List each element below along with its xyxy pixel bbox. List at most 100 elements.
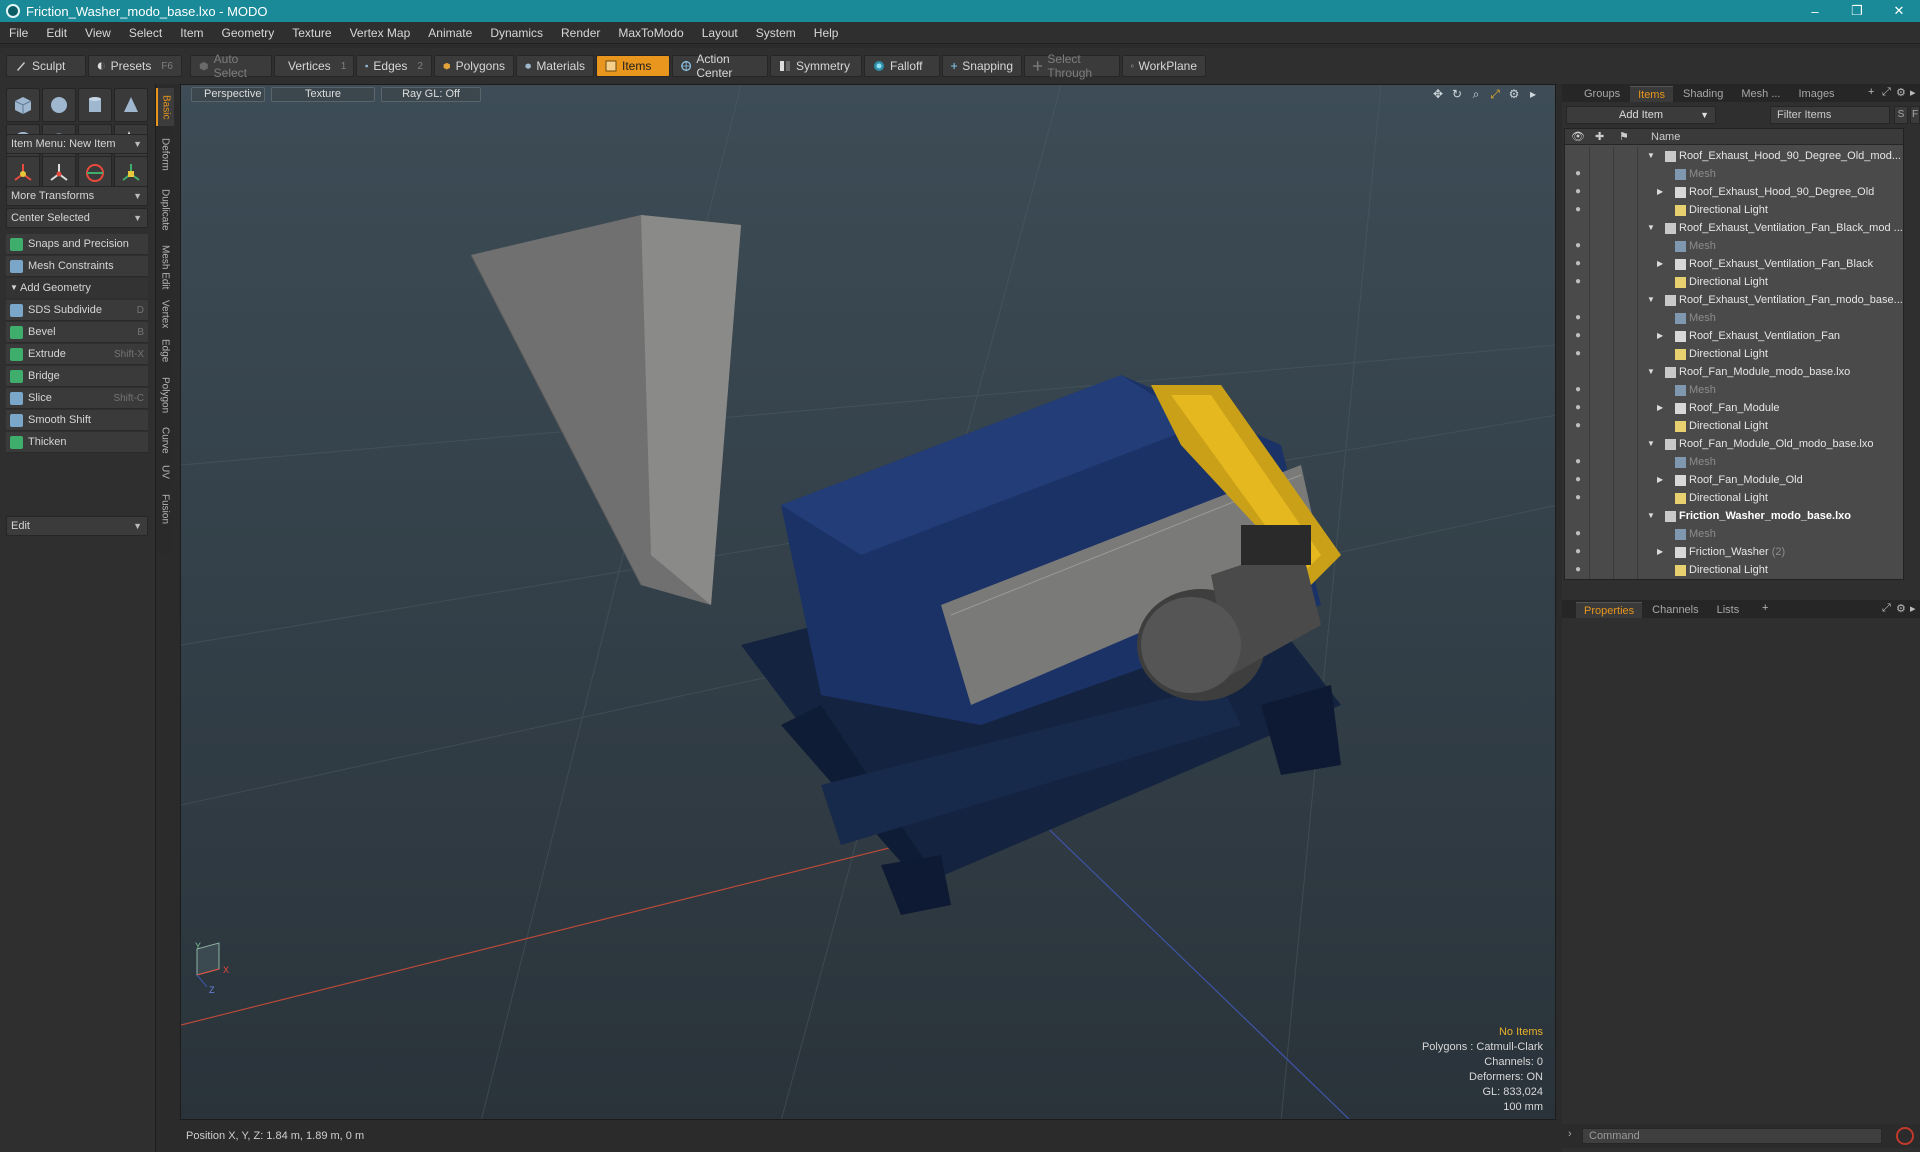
pan-icon[interactable]: ✥ — [1430, 87, 1446, 101]
select-through-button[interactable]: Select Through — [1024, 52, 1120, 80]
visibility-eye-icon[interactable]: ● — [1571, 383, 1585, 397]
add-tab-icon[interactable]: + — [1868, 86, 1874, 98]
expand-down-icon[interactable]: ▼ — [1647, 363, 1655, 381]
item-row-mesh[interactable]: ● Mesh — [1565, 381, 1903, 399]
menu-file[interactable]: File — [0, 22, 37, 44]
menu-help[interactable]: Help — [805, 22, 848, 44]
symmetry-button[interactable]: Symmetry — [770, 55, 862, 77]
tab-groups[interactable]: Groups — [1576, 86, 1628, 102]
raygl-toggle[interactable]: Ray GL: Off — [381, 86, 481, 102]
texture-dropdown[interactable]: Texture — [271, 86, 375, 102]
snapping-button[interactable]: Snapping — [942, 55, 1022, 77]
menu-item[interactable]: Item — [171, 22, 212, 44]
gear-icon[interactable]: ⚙ — [1896, 86, 1906, 99]
expand-right-icon[interactable]: ▶ — [1657, 471, 1663, 489]
tool-thicken[interactable]: Thicken — [6, 432, 148, 453]
record-icon[interactable] — [1896, 1127, 1914, 1145]
snaps-precision-button[interactable]: Snaps and Precision — [6, 234, 148, 255]
vtab-mesh-edit[interactable]: Mesh Edit — [156, 240, 174, 294]
menu-view[interactable]: View — [76, 22, 120, 44]
cylinder-primitive-button[interactable] — [78, 88, 112, 122]
action-center-button[interactable]: Action Center — [672, 52, 768, 80]
maximize-button[interactable]: ❐ — [1836, 0, 1878, 22]
scale-tool-button[interactable] — [78, 156, 112, 190]
menu-edit[interactable]: Edit — [37, 22, 76, 44]
vtab-edge[interactable]: Edge — [156, 334, 174, 368]
item-row-scene[interactable]: ▼ Roof_Fan_Module_Old_modo_base.lxo — [1565, 435, 1903, 453]
menu-maxtomodo[interactable]: MaxToModo — [609, 22, 692, 44]
tool-extrude[interactable]: Extrude Shift-X — [6, 344, 148, 365]
visibility-eye-icon[interactable]: ● — [1571, 419, 1585, 433]
mesh-constraints-button[interactable]: Mesh Constraints — [6, 256, 148, 277]
item-row-mesh[interactable]: ● Mesh — [1565, 525, 1903, 543]
gear-icon[interactable]: ⚙ — [1506, 87, 1522, 101]
tool-bevel[interactable]: Bevel B — [6, 322, 148, 343]
item-row-light[interactable]: ● Directional Light — [1565, 561, 1903, 579]
visibility-eye-icon[interactable]: ● — [1571, 527, 1585, 541]
filter-items-input[interactable]: Filter Items — [1770, 106, 1890, 124]
item-row-group[interactable]: ● ▶ Roof_Exhaust_Ventilation_Fan_Black — [1565, 255, 1903, 273]
visibility-eye-icon[interactable]: ● — [1571, 311, 1585, 325]
add-item-button[interactable]: Add Item ▼ — [1566, 106, 1716, 124]
tab-images[interactable]: Images — [1790, 86, 1842, 102]
tool-smooth-shift[interactable]: Smooth Shift — [6, 410, 148, 431]
tab-items[interactable]: Items — [1630, 86, 1673, 102]
visibility-eye-icon[interactable]: ● — [1571, 329, 1585, 343]
tool-sds-subdivide[interactable]: SDS Subdivide D — [6, 300, 148, 321]
item-row-scene[interactable]: ▼ Roof_Exhaust_Hood_90_Degree_Old_mod... — [1565, 147, 1903, 165]
item-row-group[interactable]: ● ▶ Roof_Fan_Module — [1565, 399, 1903, 417]
vtab-deform[interactable]: Deform — [156, 128, 174, 180]
name-header[interactable]: Name — [1651, 129, 1680, 145]
visibility-eye-icon[interactable]: ● — [1571, 563, 1585, 577]
tool-bridge[interactable]: Bridge — [6, 366, 148, 387]
add-geometry-section[interactable]: ▼ Add Geometry — [6, 278, 148, 298]
3d-viewport[interactable]: Perspective Texture Ray GL: Off ✥ ↻ ⌕ ⤢ … — [180, 84, 1556, 1120]
expand-right-icon[interactable]: ▶ — [1657, 327, 1663, 345]
menu-geometry[interactable]: Geometry — [213, 22, 284, 44]
items-button[interactable]: Items — [596, 55, 670, 77]
presets-button[interactable]: Presets F6 — [88, 55, 182, 77]
perspective-dropdown[interactable]: Perspective — [191, 86, 265, 102]
expand-down-icon[interactable]: ▼ — [1647, 291, 1655, 309]
visibility-eye-icon[interactable]: ● — [1571, 473, 1585, 487]
tab-mesh[interactable]: Mesh ... — [1733, 86, 1788, 102]
cube-primitive-button[interactable] — [6, 88, 40, 122]
polygons-button[interactable]: Polygons — [434, 55, 514, 77]
visibility-eye-icon[interactable]: ● — [1571, 455, 1585, 469]
menu-system[interactable]: System — [747, 22, 805, 44]
vtab-basic[interactable]: Basic — [156, 88, 174, 126]
tool-slice[interactable]: Slice Shift-C — [6, 388, 148, 409]
rotate-view-icon[interactable]: ↻ — [1449, 87, 1465, 101]
expand-right-icon[interactable]: ▶ — [1657, 399, 1663, 417]
zoom-icon[interactable]: ⌕ — [1468, 87, 1484, 101]
materials-button[interactable]: Materials — [516, 55, 594, 77]
workplane-button[interactable]: WorkPlane — [1122, 55, 1206, 77]
item-row-light[interactable]: ● Directional Light — [1565, 201, 1903, 219]
item-row-group[interactable]: ● ▶ Roof_Exhaust_Hood_90_Degree_Old — [1565, 183, 1903, 201]
vertices-button[interactable]: Vertices 1 — [274, 55, 354, 77]
item-row-mesh[interactable]: ● Mesh — [1565, 237, 1903, 255]
move-tool-button[interactable] — [6, 156, 40, 190]
item-menu-dropdown[interactable]: Item Menu: New Item ▼ — [6, 134, 148, 154]
visibility-eye-icon[interactable]: ● — [1571, 491, 1585, 505]
expand-right-icon[interactable]: ▶ — [1657, 543, 1663, 561]
play-icon[interactable]: ▸ — [1525, 87, 1541, 101]
item-row-mesh[interactable]: ● Mesh — [1565, 453, 1903, 471]
item-row-group[interactable]: ● ▶ Friction_Washer (2) — [1565, 543, 1903, 561]
command-expand-icon[interactable]: › — [1568, 1128, 1572, 1140]
menu-layout[interactable]: Layout — [693, 22, 747, 44]
item-row-scene[interactable]: ▼ Roof_Exhaust_Ventilation_Fan_Black_mod … — [1565, 219, 1903, 237]
visibility-eye-icon[interactable]: ● — [1571, 167, 1585, 181]
vtab-uv[interactable]: UV — [156, 460, 174, 484]
item-row-light[interactable]: ● Directional Light — [1565, 273, 1903, 291]
vtab-polygon[interactable]: Polygon — [156, 370, 174, 420]
expand-icon[interactable]: ⤢ — [1882, 86, 1891, 99]
center-selected-dropdown[interactable]: Center Selected ▼ — [6, 208, 148, 228]
item-row-light[interactable]: ● Directional Light — [1565, 345, 1903, 363]
more-transforms-dropdown[interactable]: More Transforms ▼ — [6, 186, 148, 206]
item-row-scene[interactable]: ▼ Roof_Exhaust_Ventilation_Fan_modo_base.… — [1565, 291, 1903, 309]
vtab-curve[interactable]: Curve — [156, 422, 174, 458]
minimize-button[interactable]: – — [1794, 0, 1836, 22]
item-row-scene[interactable]: ▼ Friction_Washer_modo_base.lxo — [1565, 507, 1903, 525]
maximize-view-icon[interactable]: ⤢ — [1487, 87, 1503, 101]
